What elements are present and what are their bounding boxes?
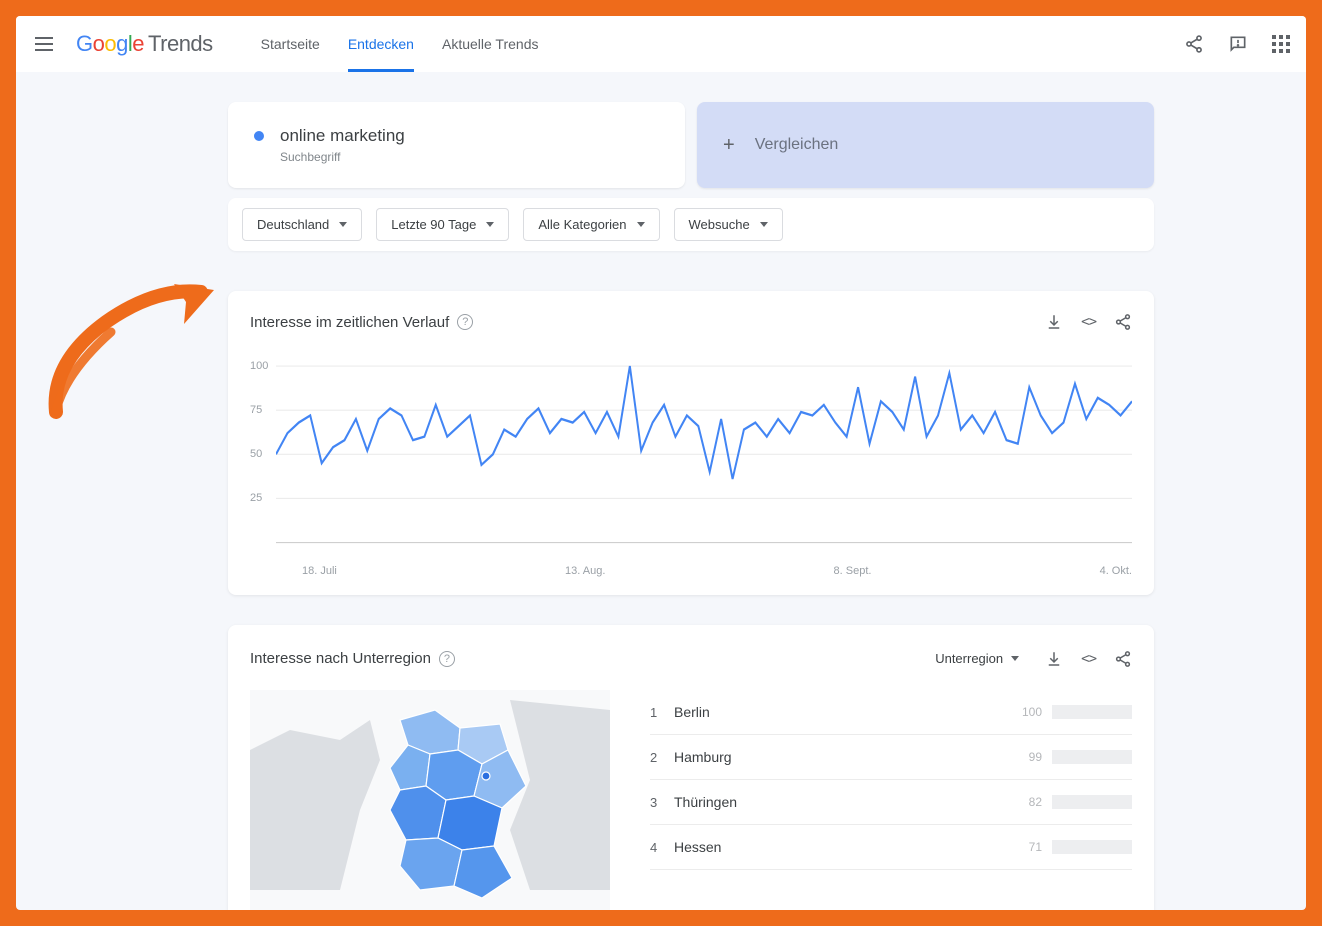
embed-icon[interactable]: <> bbox=[1081, 314, 1096, 330]
region-map[interactable] bbox=[250, 690, 610, 910]
region-row[interactable]: 2Hamburg99 bbox=[650, 735, 1132, 780]
chevron-down-icon bbox=[339, 222, 347, 227]
share-icon[interactable] bbox=[1184, 34, 1204, 54]
y-tick-label: 100 bbox=[250, 360, 268, 372]
panel-title: Interesse im zeitlichen Verlauf bbox=[250, 314, 449, 331]
region-bar-track bbox=[1052, 705, 1132, 719]
search-term-card[interactable]: online marketing Suchbegriff bbox=[228, 102, 685, 188]
logo-product: Trends bbox=[148, 31, 213, 57]
chevron-down-icon bbox=[1011, 656, 1019, 661]
x-tick-label: 18. Juli bbox=[302, 565, 337, 577]
region-bar-track bbox=[1052, 795, 1132, 809]
region-name[interactable]: Berlin bbox=[674, 704, 1012, 720]
help-icon[interactable]: ? bbox=[439, 651, 455, 667]
download-icon[interactable] bbox=[1045, 650, 1063, 668]
search-terms-row: online marketing Suchbegriff + Vergleich… bbox=[228, 102, 1154, 188]
region-rank: 2 bbox=[650, 750, 674, 765]
y-tick-label: 50 bbox=[250, 448, 262, 460]
panel-interest-over-time: Interesse im zeitlichen Verlauf ? <> 25 5… bbox=[228, 291, 1154, 595]
y-tick-label: 75 bbox=[250, 404, 262, 416]
add-compare-card[interactable]: + Vergleichen bbox=[697, 102, 1154, 188]
logo[interactable]: Google Trends bbox=[76, 31, 213, 57]
plus-icon: + bbox=[723, 134, 735, 157]
panel-title: Interesse nach Unterregion bbox=[250, 650, 431, 667]
region-row[interactable]: 4Hessen71 bbox=[650, 825, 1132, 870]
region-value: 99 bbox=[1012, 750, 1042, 764]
x-tick-label: 8. Sept. bbox=[834, 565, 872, 577]
region-rank: 4 bbox=[650, 840, 674, 855]
x-tick-label: 13. Aug. bbox=[565, 565, 605, 577]
region-name[interactable]: Hessen bbox=[674, 839, 1012, 855]
embed-icon[interactable]: <> bbox=[1081, 651, 1096, 667]
series-color-dot bbox=[254, 131, 264, 141]
download-icon[interactable] bbox=[1045, 313, 1063, 331]
compare-label: Vergleichen bbox=[755, 136, 839, 154]
region-list: 1Berlin1002Hamburg993Thüringen824Hessen7… bbox=[650, 690, 1132, 910]
feedback-icon[interactable] bbox=[1228, 34, 1248, 54]
region-rank: 3 bbox=[650, 795, 674, 810]
tab-entdecken[interactable]: Entdecken bbox=[348, 16, 414, 72]
search-term-type: Suchbegriff bbox=[280, 150, 659, 164]
filter-timeframe[interactable]: Letzte 90 Tage bbox=[376, 208, 509, 241]
x-tick-label: 4. Okt. bbox=[1100, 565, 1132, 577]
search-term-text: online marketing bbox=[280, 126, 405, 146]
tab-aktuelle-trends[interactable]: Aktuelle Trends bbox=[442, 16, 539, 72]
annotation-arrow bbox=[46, 282, 216, 422]
filter-region[interactable]: Deutschland bbox=[242, 208, 362, 241]
nav-tabs: Startseite Entdecken Aktuelle Trends bbox=[261, 16, 539, 72]
region-value: 82 bbox=[1012, 795, 1042, 809]
top-bar: Google Trends Startseite Entdecken Aktue… bbox=[16, 16, 1306, 72]
apps-icon[interactable] bbox=[1272, 35, 1290, 53]
time-chart: 25 50 75 100 18. Juli 13. Aug. 8. Sept. 4. Okt… bbox=[250, 359, 1132, 577]
region-row[interactable]: 1Berlin100 bbox=[650, 690, 1132, 735]
region-bar-track bbox=[1052, 750, 1132, 764]
region-row[interactable]: 3Thüringen82 bbox=[650, 780, 1132, 825]
chevron-down-icon bbox=[637, 222, 645, 227]
share-icon[interactable] bbox=[1114, 313, 1132, 331]
panel-interest-by-subregion: Interesse nach Unterregion ? Unterregion… bbox=[228, 625, 1154, 910]
tab-startseite[interactable]: Startseite bbox=[261, 16, 320, 72]
filter-category[interactable]: Alle Kategorien bbox=[523, 208, 659, 241]
region-bar-track bbox=[1052, 840, 1132, 854]
region-name[interactable]: Hamburg bbox=[674, 749, 1012, 765]
subregion-scope-dropdown[interactable]: Unterregion bbox=[927, 647, 1027, 670]
chevron-down-icon bbox=[486, 222, 494, 227]
y-tick-label: 25 bbox=[250, 492, 262, 504]
menu-icon[interactable] bbox=[32, 32, 56, 56]
region-rank: 1 bbox=[650, 705, 674, 720]
help-icon[interactable]: ? bbox=[457, 314, 473, 330]
region-name[interactable]: Thüringen bbox=[674, 794, 1012, 810]
region-value: 100 bbox=[1012, 705, 1042, 719]
chevron-down-icon bbox=[760, 222, 768, 227]
filters-bar: Deutschland Letzte 90 Tage Alle Kategori… bbox=[228, 198, 1154, 251]
share-icon[interactable] bbox=[1114, 650, 1132, 668]
filter-search-type[interactable]: Websuche bbox=[674, 208, 783, 241]
region-value: 71 bbox=[1012, 840, 1042, 854]
